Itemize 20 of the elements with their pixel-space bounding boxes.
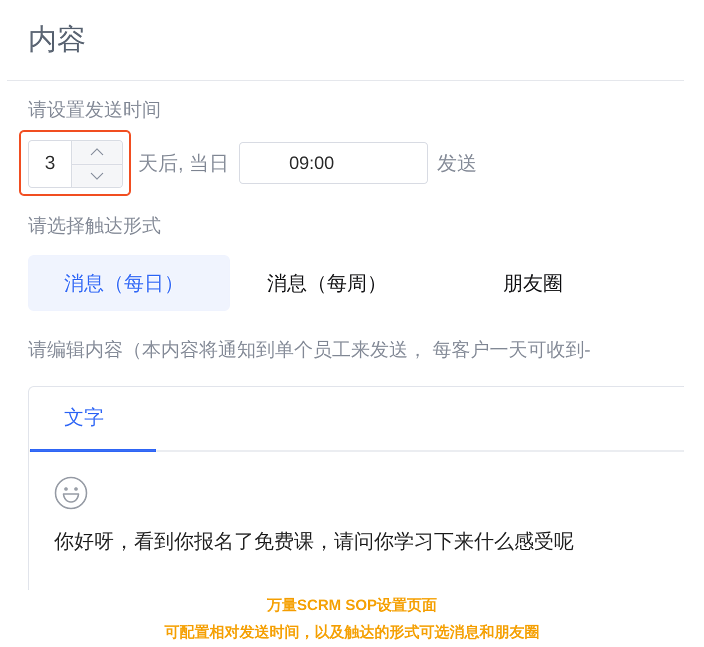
decrement-button[interactable] bbox=[72, 164, 122, 187]
reach-type-label: 请选择触达形式 bbox=[28, 215, 162, 239]
caption-text: 万量SCRM SOP设置页面 bbox=[266, 596, 437, 616]
send-suffix-text: 发送 bbox=[437, 152, 478, 176]
section-title: 内容 bbox=[28, 23, 86, 58]
send-time-label: 请设置发送时间 bbox=[28, 99, 162, 123]
days-after-text: 天后, 当日 bbox=[138, 152, 230, 176]
increment-button[interactable] bbox=[72, 141, 122, 164]
message-text: 你好呀，看到你报名了免费课，请问你学习下来什么感受呢 bbox=[54, 530, 575, 555]
reach-type-tab[interactable]: 消息（每日） bbox=[28, 255, 230, 311]
chevron-down-icon bbox=[90, 172, 104, 180]
days-number-input[interactable]: 3 bbox=[28, 140, 123, 188]
time-field[interactable]: 09:00 bbox=[239, 142, 428, 184]
reach-type-tab[interactable]: 朋友圈 bbox=[432, 255, 634, 311]
caption-text: 可配置相对发送时间，以及触达的形式可选消息和朋友圈 bbox=[164, 623, 540, 643]
smiley-icon[interactable] bbox=[54, 476, 88, 510]
content-type-tab[interactable]: 文字 bbox=[30, 387, 156, 452]
reach-type-tab[interactable]: 消息（每周） bbox=[230, 255, 432, 311]
edit-instruction-text: 请编辑内容（本内容将通知到单个员工来发送， 每客户一天可收到- bbox=[28, 339, 592, 363]
chevron-up-icon bbox=[90, 148, 104, 156]
